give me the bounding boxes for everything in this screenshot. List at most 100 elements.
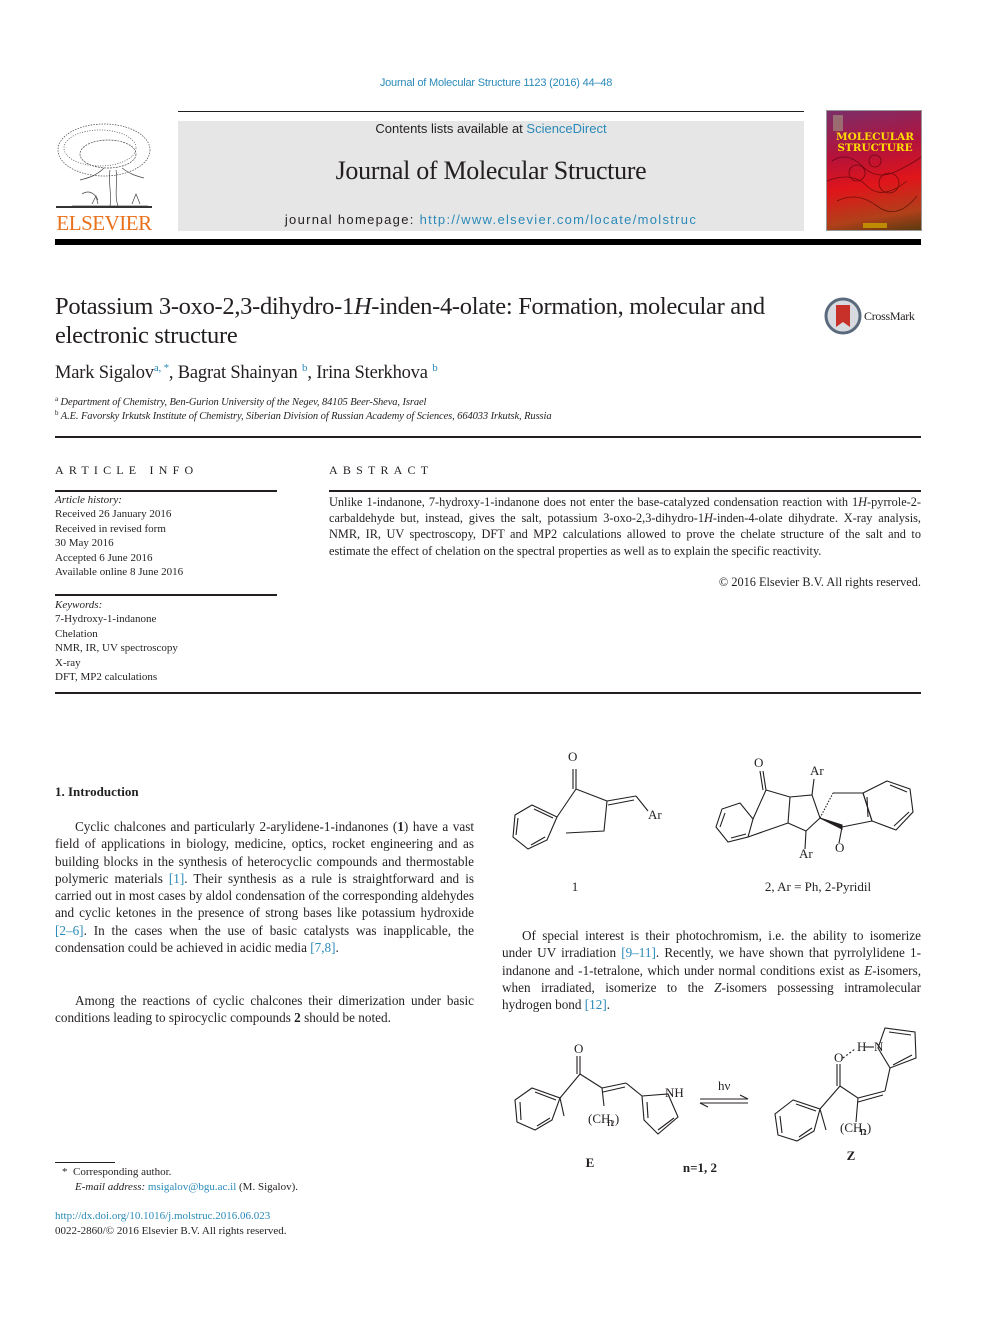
aryl-bond [811, 778, 815, 796]
n-condition-label: n=1, 2 [683, 1160, 717, 1175]
divider [329, 490, 921, 492]
journal-title[interactable]: Journal of Molecular Structure [178, 156, 804, 186]
footnote-rule [55, 1162, 115, 1163]
author-affil-mark[interactable]: b [302, 362, 308, 374]
citation-link[interactable]: [1] [169, 871, 184, 886]
email-link[interactable]: msigalov@bgu.ac.il [148, 1181, 236, 1193]
author-list: Mark Sigalova, *, Bagrat Shainyan b, Iri… [55, 362, 438, 383]
ring-bond [559, 1097, 565, 1117]
title-part: Potassium 3-oxo-2,3-dihydro-1 [55, 293, 354, 320]
five-ring [559, 1073, 605, 1107]
affil-text: Department of Chemistry, Ben-Gurion Univ… [60, 397, 427, 408]
benzene-ring [514, 1087, 561, 1131]
pyrrole-ring [877, 1027, 917, 1069]
author-affil-mark[interactable]: b [432, 362, 438, 374]
five-ring [819, 1085, 859, 1123]
double-bond [730, 833, 747, 839]
compound-1-label: 1 [572, 879, 579, 894]
author-name[interactable]: Mark Sigalov [55, 363, 154, 383]
atom-label-hydrogen: H [857, 1039, 866, 1054]
pyrrole-bond [884, 1067, 891, 1092]
paragraph: Cyclic chalcones and particularly 2-aryl… [55, 818, 474, 956]
author-affil-mark[interactable]: a, * [154, 362, 169, 374]
exocyclic-double-bond [857, 1094, 884, 1103]
affil-text: A.E. Favorsky Irkutsk Institute of Chemi… [60, 411, 552, 422]
text: Cyclic chalcones and particularly 2-aryl… [75, 819, 398, 834]
paragraph: Among the reactions of cyclic chalcones … [55, 992, 474, 1027]
keywords-label: Keywords: [55, 599, 103, 611]
header-divider-thick [55, 239, 921, 245]
n-subscript: n [607, 1114, 614, 1129]
cyclopentanone-ring [556, 788, 608, 834]
compound-2-label: 2, Ar = Ph, 2-Pyridil [765, 879, 872, 894]
elsevier-wordmark[interactable]: ELSEVIER [52, 211, 156, 236]
atom-label-oxygen: O [568, 749, 577, 764]
double-bond [889, 784, 908, 793]
text: Among the reactions of cyclic chalcones … [55, 993, 474, 1026]
text: . [606, 997, 611, 1013]
keywords: Keywords: 7-Hydroxy-1-indanone Chelation… [55, 598, 178, 684]
double-bond [779, 1115, 783, 1134]
affil-mark: a [55, 395, 59, 403]
z-isomer-label: Z [847, 1148, 856, 1163]
paragraph: Of special interest is their photochromi… [502, 927, 921, 1013]
n-subscript: n [860, 1123, 867, 1138]
keyword: X-ray [55, 656, 81, 669]
journal-cover-image[interactable]: MOLECULAR STRUCTURE [826, 110, 922, 231]
atom-label-oxygen: O [834, 1050, 843, 1065]
citation-link[interactable]: [2–6] [55, 923, 84, 938]
compound-ref: 2 [294, 1010, 301, 1026]
section-heading-introduction: 1. Introduction [55, 784, 139, 799]
keyword: 7-Hydroxy-1-indanone [55, 613, 157, 626]
history-label: Article history: [55, 494, 122, 506]
doi-link[interactable]: http://dx.doi.org/10.1016/j.molstruc.201… [55, 1210, 270, 1222]
hv-label: hν [718, 1078, 731, 1093]
five-ring [747, 789, 791, 838]
ch2-label: (CH₂) [840, 1120, 871, 1135]
crossmark-label[interactable]: CrossMark [864, 309, 915, 324]
citation-link[interactable]: [12] [585, 997, 607, 1012]
cover-texture [827, 115, 921, 228]
carbonyl-bond [759, 770, 764, 791]
abstract-italic: H [704, 511, 713, 526]
hashed-bond [819, 792, 834, 819]
issn-copyright: 0022-2860/© 2016 Elsevier B.V. All right… [55, 1225, 287, 1237]
abstract-text: Unlike 1-indanone, 7-hydroxy-1-indanone … [329, 494, 921, 559]
homepage-link[interactable]: http://www.elsevier.com/locate/molstruc [420, 212, 698, 227]
divider [55, 692, 921, 694]
ring-bond [819, 1108, 827, 1131]
text: . [335, 940, 339, 956]
double-bond [646, 1101, 649, 1119]
atom-label-nitrogen: N [874, 1039, 884, 1054]
atom-label-aryl: Ar [810, 763, 824, 778]
author-name[interactable]: Bagrat Shainyan [178, 363, 298, 383]
exocyclic-double-bond [602, 1086, 626, 1093]
text: should be noted. [300, 1010, 391, 1026]
contents-prefix: Contents lists available at [375, 121, 527, 136]
reverse-arrow [699, 1102, 748, 1108]
double-bond [795, 1103, 817, 1112]
footnote-star: * [62, 1166, 68, 1178]
atom-label-aryl: Ar [799, 846, 813, 861]
divider [55, 490, 277, 492]
divider [55, 436, 921, 438]
author-name[interactable]: Irina Sterkhova [316, 363, 428, 383]
history-item: Received 26 January 2016 [55, 508, 172, 521]
article-info-heading: ARTICLE INFO [55, 463, 199, 477]
citation-link[interactable]: [7,8] [310, 940, 335, 955]
forward-arrow [700, 1094, 749, 1100]
exocyclic-double-bond [607, 799, 635, 806]
atom-label-oxygen: O [574, 1041, 583, 1056]
citation-link[interactable]: [9–11] [621, 945, 656, 960]
hydrogen-bond [842, 1048, 856, 1059]
affiliation: a Department of Chemistry, Ben-Gurion Un… [55, 395, 426, 408]
sciencedirect-link[interactable]: ScienceDirect [526, 121, 606, 136]
abstract-italic: H [858, 495, 868, 509]
cover-title-line2: STRUCTURE [837, 142, 913, 154]
chemical-scheme-2: O NH (CH₂) n hν O H N (CH₂) n E n=1, 2 Z [514, 1027, 917, 1175]
footnote-email: E-mail address: msigalov@bgu.ac.il (M. S… [75, 1181, 298, 1193]
contents-line: Contents lists available at ScienceDirec… [178, 121, 804, 136]
pyrrole-bond [625, 1082, 643, 1097]
atom-label-oxygen: O [835, 840, 844, 855]
journal-reference-link[interactable]: Journal of Molecular Structure 1123 (201… [0, 77, 992, 89]
